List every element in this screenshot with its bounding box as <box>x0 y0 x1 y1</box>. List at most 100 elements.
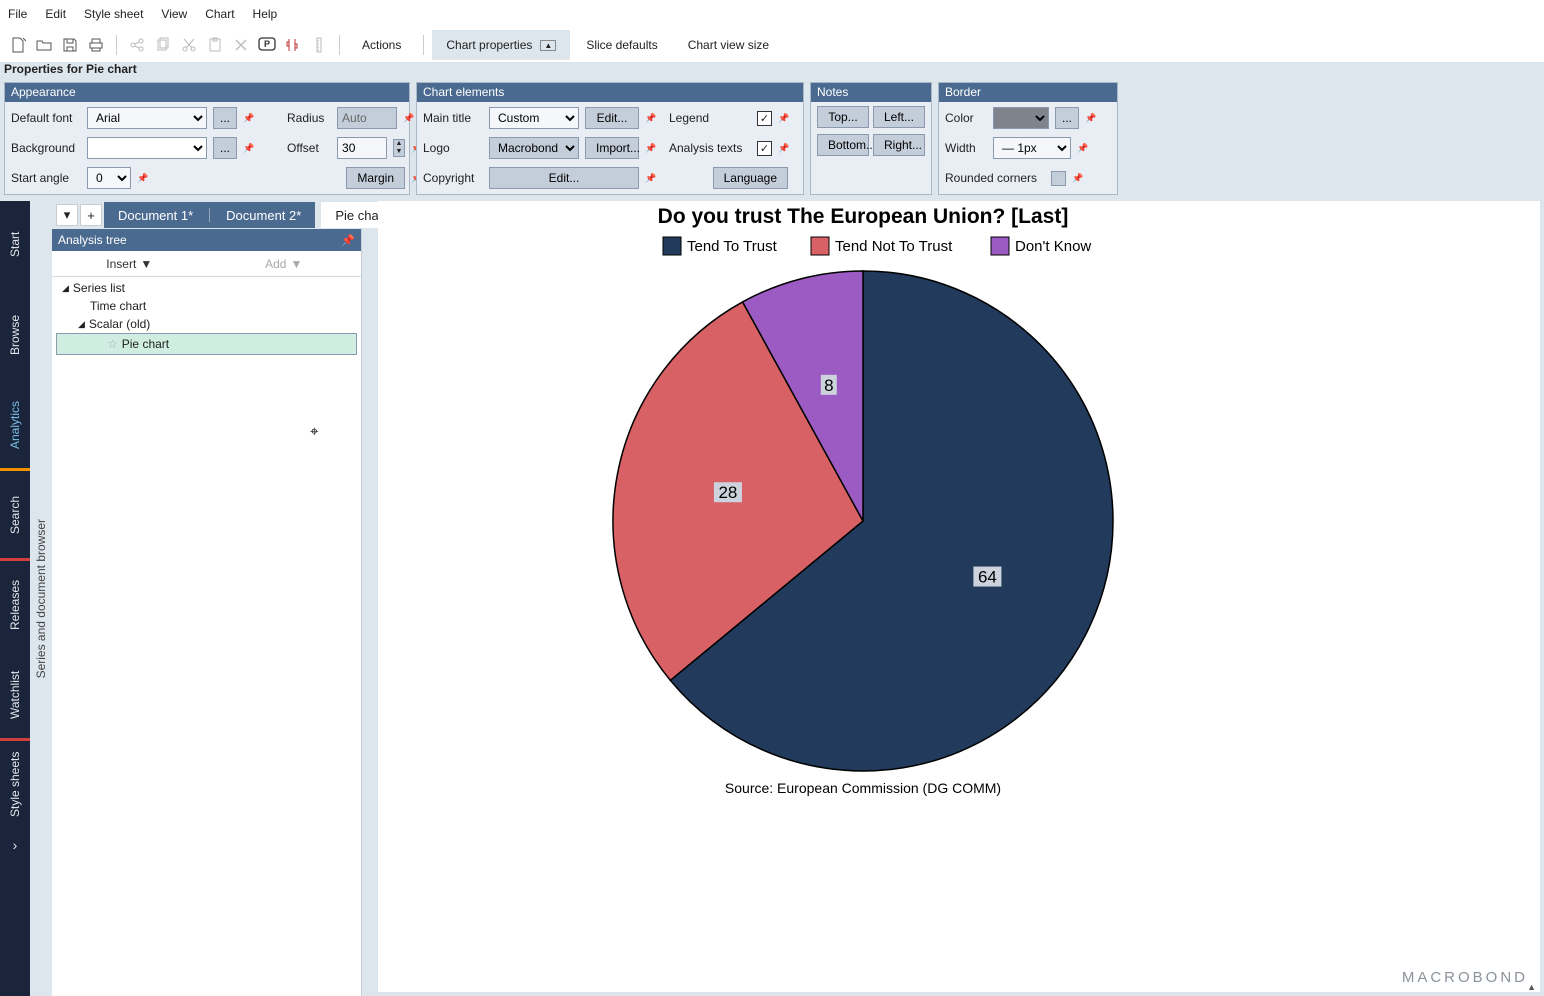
tab-document1[interactable]: Document 1*Document 2* <box>104 202 315 228</box>
chart-view-size-button[interactable]: Chart view size <box>674 30 783 60</box>
sidebar-item-stylesheets[interactable]: Style sheets <box>0 741 30 831</box>
tree-menubar: Insert ▼ Add ▼ <box>52 251 361 277</box>
pin-icon[interactable]: 📌 <box>778 143 788 153</box>
notes-bottom-button[interactable]: Bottom... <box>817 134 869 156</box>
tree-node-time-chart[interactable]: Time chart <box>56 297 357 315</box>
presentation-icon[interactable]: P <box>255 33 279 57</box>
tree-add-button: Add ▼ <box>207 251 362 276</box>
save-icon[interactable] <box>58 33 82 57</box>
sidebar-item-watchlist[interactable]: Watchlist <box>0 651 30 741</box>
notes-top-button[interactable]: Top... <box>817 106 869 128</box>
menu-edit[interactable]: Edit <box>45 7 66 21</box>
collapse-icon[interactable]: ◢ <box>78 319 85 330</box>
ruler-icon[interactable] <box>307 33 331 57</box>
sidebar-item-releases[interactable]: Releases <box>0 561 30 651</box>
pin-icon[interactable]: 📌 <box>645 113 655 123</box>
pin-icon[interactable]: 📌 <box>778 113 788 123</box>
background-more-button[interactable]: ... <box>213 137 237 159</box>
menu-chart[interactable]: Chart <box>205 7 234 21</box>
chart-elements-group: Chart elements Main title Custom Edit...… <box>416 82 804 195</box>
radius-input <box>337 107 397 129</box>
share-icon[interactable] <box>125 33 149 57</box>
tab-dropdown-icon[interactable]: ▾ <box>56 204 78 226</box>
document-browser-strip[interactable]: Series and document browser <box>30 201 52 996</box>
main-title-label: Main title <box>423 111 483 125</box>
pin-icon[interactable]: 📌 <box>243 113 253 123</box>
main-title-edit-button[interactable]: Edit... <box>585 107 639 129</box>
separator <box>423 35 424 55</box>
collapse-icon[interactable]: ◢ <box>62 283 69 294</box>
default-font-label: Default font <box>11 111 81 125</box>
new-document-icon[interactable] <box>6 33 30 57</box>
notes-group: Notes Top... Bottom... Left... Right... <box>810 82 932 195</box>
menu-stylesheet[interactable]: Style sheet <box>84 7 143 21</box>
actions-button[interactable]: Actions <box>348 30 415 60</box>
menu-help[interactable]: Help <box>253 7 278 21</box>
background-label: Background <box>11 141 81 155</box>
brand-logo: MACROBOND <box>1402 969 1528 986</box>
pin-icon[interactable]: 📌 <box>403 113 413 123</box>
open-icon[interactable] <box>32 33 56 57</box>
sidebar-item-search[interactable]: Search <box>0 471 30 561</box>
sidebar-item-analytics[interactable]: Analytics <box>0 381 30 471</box>
border-width-select[interactable]: — 1px <box>993 137 1071 159</box>
svg-text:28: 28 <box>718 483 737 502</box>
print-icon[interactable] <box>84 33 108 57</box>
offset-stepper[interactable]: ▲▼ <box>393 139 405 157</box>
offset-label: Offset <box>287 141 331 155</box>
cut-icon[interactable] <box>177 33 201 57</box>
candlestick-icon[interactable] <box>281 33 305 57</box>
pin-icon[interactable]: 📌 <box>1077 143 1087 153</box>
tree-node-series-list[interactable]: ◢Series list <box>56 279 357 297</box>
font-more-button[interactable]: ... <box>213 107 237 129</box>
border-color-select[interactable] <box>993 107 1049 129</box>
group-header: Chart elements <box>417 83 803 102</box>
chevron-down-icon: ▼ <box>140 257 152 271</box>
analysis-tree[interactable]: ◢Series list Time chart ◢Scalar (old) ☆P… <box>52 277 361 996</box>
copy-icon[interactable] <box>151 33 175 57</box>
svg-text:8: 8 <box>824 376 833 395</box>
margin-button[interactable]: Margin <box>346 167 405 189</box>
svg-text:Tend To Trust: Tend To Trust <box>687 238 778 255</box>
background-select[interactable] <box>87 137 207 159</box>
pin-icon[interactable]: 📌 <box>137 173 147 183</box>
pin-icon[interactable]: 📌 <box>1072 173 1082 183</box>
notes-left-button[interactable]: Left... <box>873 106 925 128</box>
svg-text:64: 64 <box>978 568 997 587</box>
logo-select[interactable]: Macrobond <box>489 137 579 159</box>
pin-icon[interactable]: 📌 <box>645 173 655 183</box>
sidebar-item-browse[interactable]: Browse <box>0 291 30 381</box>
border-color-more-button[interactable]: ... <box>1055 107 1079 129</box>
copyright-edit-button[interactable]: Edit... <box>489 167 639 189</box>
properties-row: Appearance Default font Arial ... 📌 Back… <box>0 80 1544 201</box>
tree-insert-button[interactable]: Insert ▼ <box>52 251 207 276</box>
tree-node-scalar[interactable]: ◢Scalar (old) <box>56 315 357 333</box>
sidebar-more-icon[interactable]: › <box>0 831 30 859</box>
start-angle-select[interactable]: 0 <box>87 167 131 189</box>
chart-properties-button[interactable]: Chart properties▲ <box>432 30 570 60</box>
legend-checkbox[interactable]: ✓ <box>757 111 772 126</box>
menu-file[interactable]: File <box>8 7 27 21</box>
tab-add-icon[interactable]: + <box>80 204 102 226</box>
group-header: Appearance <box>5 83 409 102</box>
tree-node-pie-chart[interactable]: ☆Pie chart <box>56 333 357 355</box>
radius-label: Radius <box>287 111 331 125</box>
default-font-select[interactable]: Arial <box>87 107 207 129</box>
pin-icon[interactable]: 📌 <box>1085 113 1095 123</box>
rounded-checkbox[interactable] <box>1051 171 1066 186</box>
pin-icon[interactable]: 📌 <box>243 143 253 153</box>
sidebar-item-start[interactable]: Start <box>0 201 30 291</box>
main-title-select[interactable]: Custom <box>489 107 579 129</box>
paste-icon[interactable] <box>203 33 227 57</box>
delete-icon[interactable] <box>229 33 253 57</box>
language-button[interactable]: Language <box>713 167 788 189</box>
pin-icon[interactable]: 📌 <box>341 234 355 247</box>
menu-view[interactable]: View <box>161 7 187 21</box>
offset-input[interactable] <box>337 137 387 159</box>
pin-icon[interactable]: 📌 <box>645 143 655 153</box>
logo-import-button[interactable]: Import... <box>585 137 639 159</box>
notes-right-button[interactable]: Right... <box>873 134 925 156</box>
slice-defaults-button[interactable]: Slice defaults <box>572 30 671 60</box>
appearance-group: Appearance Default font Arial ... 📌 Back… <box>4 82 410 195</box>
analysis-texts-checkbox[interactable]: ✓ <box>757 141 772 156</box>
